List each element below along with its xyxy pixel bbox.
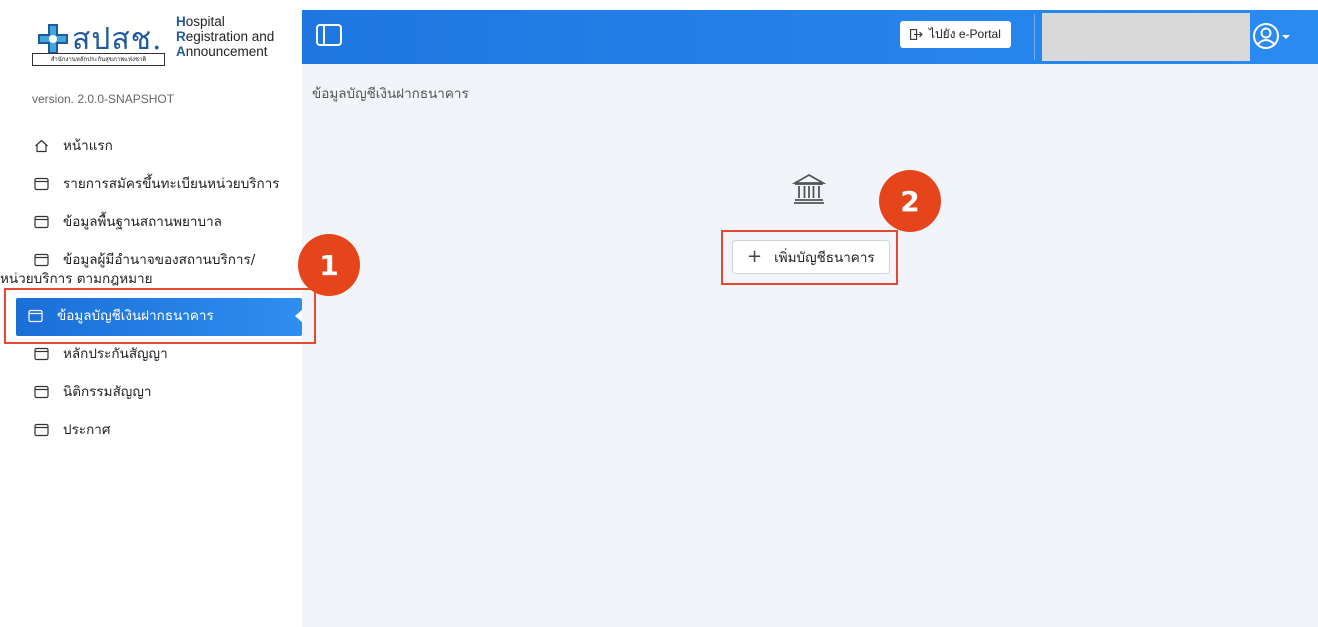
sidebar-item-label: ข้อมูลพื้นฐานสถานพยาบาล [63,214,222,230]
sidebar-item-label: นิติกรรมสัญญา [63,384,152,400]
version-text: version. 2.0.0-SNAPSHOT [32,92,175,106]
chevron-down-icon[interactable] [1282,35,1290,39]
main-content: ข้อมูลบัญชีเงินฝากธนาคาร + เพิ่มบัญชีธนา… [302,64,1318,627]
home-icon [35,139,48,153]
eportal-button[interactable]: ไปยัง e-Portal [900,21,1011,48]
sidebar-item-registration-list[interactable]: รายการสมัครขึ้นทะเบียนหน่วยบริการ [0,166,302,204]
logo-english-name: Hospital Registration and Announcement [176,14,275,59]
top-header: ไปยัง e-Portal [302,10,1318,64]
sidebar-item-label: ประกาศ [63,422,111,438]
window-icon [34,215,49,229]
exit-arrow-icon [910,29,923,40]
logo[interactable]: สปสช. สำนักงานหลักประกันสุขภาพแห่งชาติ H… [32,14,274,66]
annotation-box-1 [4,288,316,344]
eportal-button-label: ไปยัง e-Portal [929,27,1001,41]
user-name-redacted [1042,13,1250,61]
cross-icon [38,24,68,54]
annotation-box-2 [721,230,898,285]
window-icon [34,253,49,267]
logo-thai-subtitle: สำนักงานหลักประกันสุขภาพแห่งชาติ [32,53,165,66]
annotation-step-1: 1 [298,234,360,296]
user-avatar-icon[interactable] [1252,22,1280,50]
sidebar-item-label: ข้อมูลผู้มีอำนาจของสถานบริการ/ [63,252,256,268]
sidebar-toggle-icon[interactable] [316,24,342,46]
header-divider [1034,14,1035,60]
window-icon [34,347,49,361]
sidebar-item-label-line2: หน่วยบริการ ตามกฎหมาย [0,271,153,287]
sidebar-item-announcements[interactable]: ประกาศ [0,412,302,450]
window-icon [34,423,49,437]
bank-icon [792,173,826,204]
sidebar-item-label: หน้าแรก [63,138,113,154]
window-icon [34,177,49,191]
page-title: ข้อมูลบัญชีเงินฝากธนาคาร [312,86,469,102]
sidebar-item-label: หลักประกันสัญญา [63,346,168,362]
sidebar-item-label: รายการสมัครขึ้นทะเบียนหน่วยบริการ [63,176,280,192]
window-icon [34,385,49,399]
sidebar-item-hospital-basic-info[interactable]: ข้อมูลพื้นฐานสถานพยาบาล [0,204,302,242]
sidebar-item-contracts[interactable]: นิติกรรมสัญญา [0,374,302,412]
sidebar-item-home[interactable]: หน้าแรก [0,128,302,166]
annotation-step-2: 2 [879,170,941,232]
nhso-logo-mark: สปสช. สำนักงานหลักประกันสุขภาพแห่งชาติ [32,14,166,66]
